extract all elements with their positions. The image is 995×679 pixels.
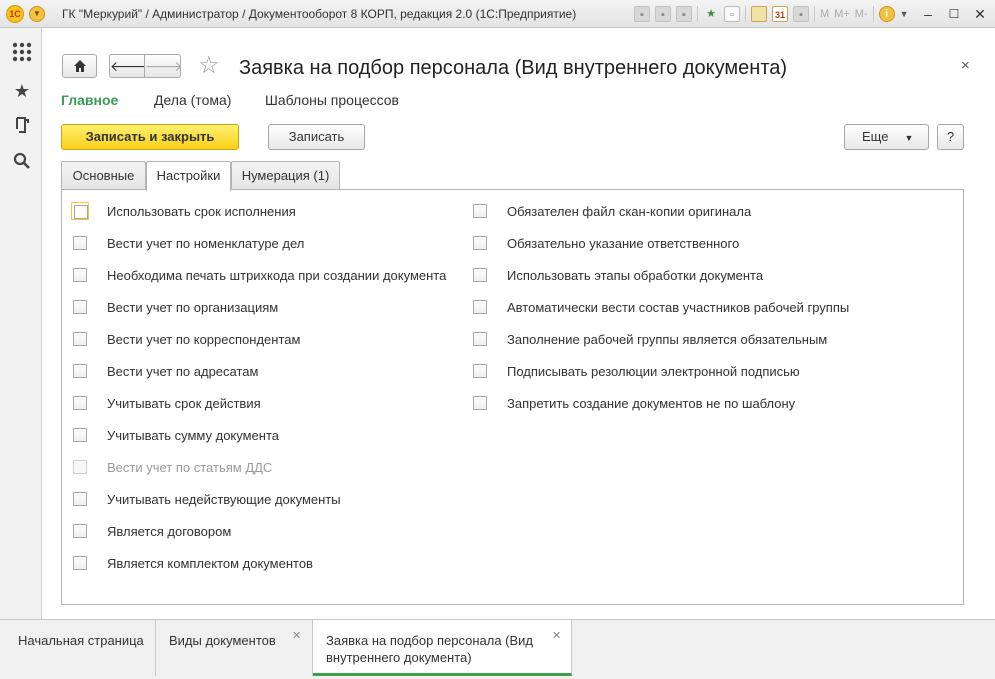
checkbox[interactable] [73,524,87,538]
checkbox[interactable] [473,364,487,378]
home-button[interactable] [62,54,97,78]
history-icon[interactable] [11,116,33,138]
subnav-cases[interactable]: Дела (тома) [154,92,231,108]
window-title: ГК "Меркурий" / Администратор / Документ… [62,7,577,21]
clipboard-icon[interactable]: ▪ [793,6,809,22]
info-icon[interactable]: i [878,6,895,22]
save-and-close-button[interactable]: Записать и закрыть [61,124,239,150]
save-button[interactable]: Записать [268,124,365,150]
option-label: Необходима печать штрихкода при создании… [107,268,447,283]
memory-mplus-button[interactable]: M+ [834,8,850,20]
add-to-favorites-star-icon[interactable]: ☆ [198,53,220,79]
checkbox[interactable] [473,396,487,410]
option-label: Обязательно указание ответственного [507,236,740,251]
open-windows-bar: Начальная страница Виды документов ✕ Зая… [0,619,995,679]
toolbar-divider [872,6,874,22]
memory-mminus-button[interactable]: M- [855,8,868,20]
checkbox[interactable] [73,556,87,570]
option-label: Является договором [107,524,232,539]
back-button[interactable]: 🡐 [109,54,148,78]
checkbox[interactable] [71,202,89,220]
option-label: Вести учет по адресатам [107,364,259,379]
maximize-button[interactable]: ☐ [944,4,964,24]
toolbar-divider [745,6,746,22]
close-window-button[interactable]: ✕ [970,4,990,24]
toolbar-divider [814,6,815,22]
help-button[interactable]: ? [937,124,964,150]
checkbox[interactable] [73,236,87,250]
option-label: Учитывать срок действия [107,396,261,411]
search-icon[interactable] [11,152,33,174]
toolbar-divider [697,6,698,22]
link-icon[interactable]: ▫ [724,6,740,22]
window-tab-document-types[interactable]: Виды документов ✕ [156,620,313,676]
checkbox[interactable] [73,492,87,506]
checkbox[interactable] [473,204,487,218]
add-favorite-icon[interactable]: ★ [703,6,719,22]
subnav-process-templates[interactable]: Шаблоны процессов [265,92,399,108]
settings-panel: Использовать срок исполнения Вести учет … [61,189,964,605]
caret-down-icon: ▼ [904,133,914,143]
option-label: Использовать этапы обработки документа [507,268,764,283]
chevron-down-icon[interactable]: ▼ [900,9,909,19]
window-title-bar: 1С ▼ ГК "Меркурий" / Администратор / Док… [0,0,995,28]
subnav-main[interactable]: Главное [61,92,118,108]
option-label: Вести учет по статьям ДДС [107,460,273,475]
checkbox [73,460,87,474]
app-logo-icon: 1С [6,5,24,23]
checkbox[interactable] [73,300,87,314]
option-label: Автоматически вести состав участников ра… [507,300,850,315]
option-label: Учитывать сумму документа [107,428,280,443]
option-label: Вести учет по номенклатуре дел [107,236,305,251]
option-label: Заполнение рабочей группы является обяза… [507,332,828,347]
checkbox[interactable] [73,268,87,282]
option-label: Использовать срок исполнения [107,204,296,219]
window-tab-home[interactable]: Начальная страница [5,620,156,676]
option-label: Вести учет по организациям [107,300,279,315]
print-icon[interactable]: ▪ [655,6,671,22]
favorites-star-icon[interactable]: ★ [11,80,33,102]
tab-basic[interactable]: Основные [61,161,146,190]
checkbox[interactable] [473,268,487,282]
option-label: Обязателен файл скан-копии оригинала [507,204,752,219]
tab-numbering[interactable]: Нумерация (1) [231,161,340,190]
sections-panel: ★ [0,28,42,619]
close-tab-icon[interactable]: ✕ [292,628,301,645]
save-disk-icon[interactable]: ▪ [634,6,650,22]
apps-grid-icon[interactable] [11,42,33,64]
forward-button[interactable]: 🡒 [144,54,183,78]
close-form-icon[interactable]: × [961,57,970,74]
option-label: Подписывать резолюции электронной подпис… [507,364,800,379]
main-menu-icon[interactable]: ▼ [29,6,45,22]
calendar-icon[interactable]: 31 [772,6,788,22]
option-label: Запретить создание документов не по шабл… [507,396,796,411]
checkbox[interactable] [73,364,87,378]
memory-m-button[interactable]: M [820,8,829,20]
checkbox[interactable] [473,300,487,314]
checkbox[interactable] [73,428,87,442]
preview-icon[interactable]: ▪ [676,6,692,22]
window-tab-label: Виды документов [169,633,276,648]
more-button-label: Еще [862,129,889,144]
form-title: Заявка на подбор персонала (Вид внутренн… [239,57,788,79]
tab-settings[interactable]: Настройки [146,161,231,191]
checkbox[interactable] [473,332,487,346]
option-label: Вести учет по корреспондентам [107,332,301,347]
window-tab-current-form[interactable]: Заявка на подбор персонала (Вид внутренн… [313,620,572,676]
option-label: Является комплектом документов [107,556,313,571]
calculator-icon[interactable] [751,6,767,22]
more-dropdown-button[interactable]: Еще ▼ [844,124,929,150]
checkbox[interactable] [73,332,87,346]
option-label: Учитывать недействующие документы [107,492,341,507]
minimize-button[interactable]: – [918,4,938,24]
title-toolbar: ▪ ▪ ▪ ★ ▫ 31 ▪ M M+ M- i ▼ [634,5,909,23]
checkbox[interactable] [473,236,487,250]
checkbox[interactable] [73,396,87,410]
window-tab-label: Начальная страница [18,633,144,648]
close-tab-icon[interactable]: ✕ [552,628,561,645]
window-tab-label: Заявка на подбор персонала (Вид внутренн… [326,633,534,665]
